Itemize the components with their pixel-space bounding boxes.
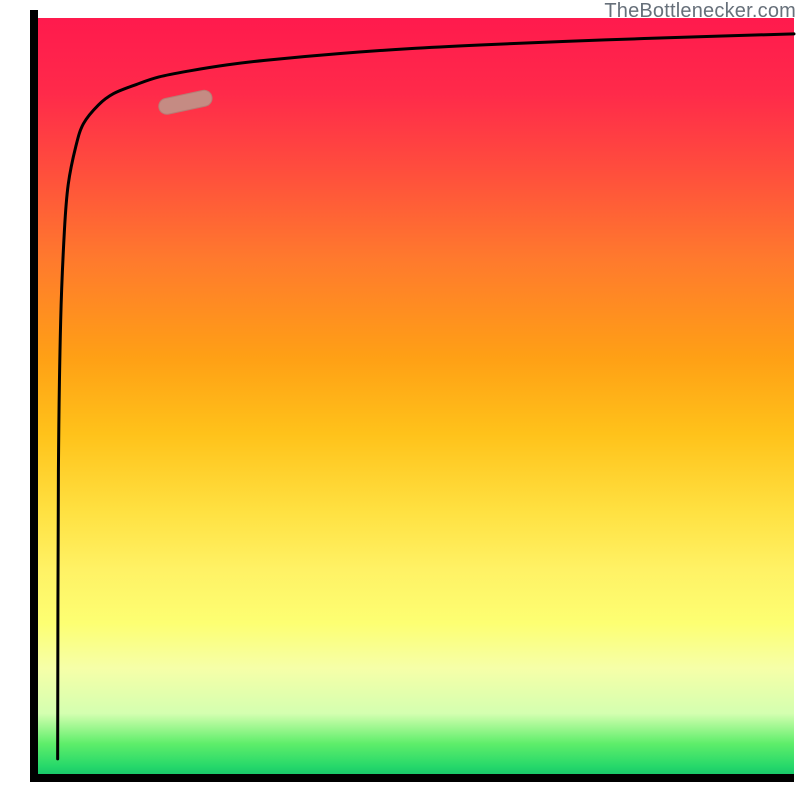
x-axis-spine bbox=[30, 774, 794, 782]
chart-container: TheBottlenecker.com bbox=[0, 0, 800, 800]
y-axis-spine bbox=[30, 10, 38, 782]
highlight-segment bbox=[157, 89, 213, 116]
attribution-text: TheBottlenecker.com bbox=[604, 0, 796, 23]
bottleneck-curve bbox=[58, 34, 794, 759]
curve-layer bbox=[38, 18, 794, 774]
